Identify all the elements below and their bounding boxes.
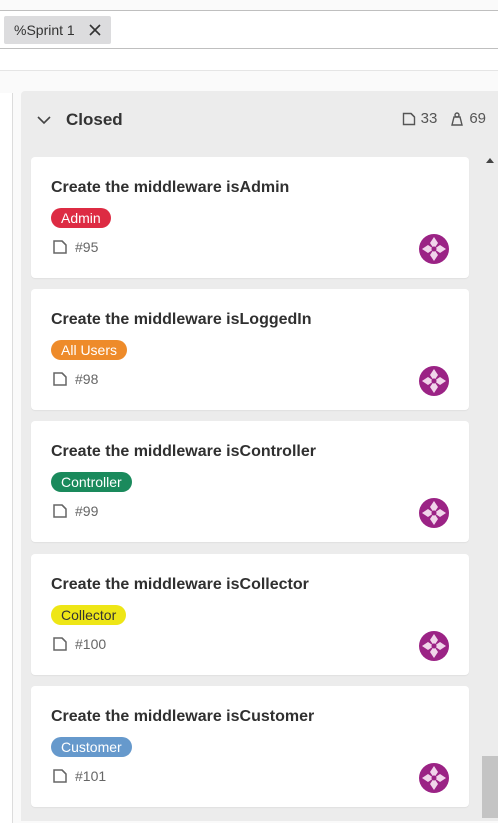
filter-token-sprint[interactable]: %Sprint 1 xyxy=(4,16,111,44)
issue-number: #95 xyxy=(75,239,99,255)
issue-card[interactable]: Create the middleware isLoggedIn All Use… xyxy=(31,289,469,410)
issue-reference: #100 xyxy=(51,635,106,653)
assignee-avatar[interactable] xyxy=(419,763,449,793)
weight-count: 69 xyxy=(469,110,486,127)
sub-toolbar xyxy=(0,49,498,71)
previous-list-column xyxy=(0,93,13,823)
label-admin[interactable]: Admin xyxy=(51,208,111,228)
close-icon[interactable] xyxy=(87,22,103,38)
issue-number: #100 xyxy=(75,636,107,652)
assignee-avatar[interactable] xyxy=(419,498,449,528)
chevron-down-icon[interactable] xyxy=(36,112,52,128)
issue-card[interactable]: Create the middleware isController Contr… xyxy=(31,421,469,542)
board-list-counts: 33 69 xyxy=(401,110,486,127)
assignee-avatar[interactable] xyxy=(419,631,449,661)
issue-icon xyxy=(53,769,67,783)
issue-number: #99 xyxy=(75,503,99,519)
board-list-closed: Closed 33 69 Create the middleware isAdm… xyxy=(21,91,498,821)
issue-card-title[interactable]: Create the middleware isCustomer xyxy=(51,708,314,726)
issue-card-title[interactable]: Create the middleware isController xyxy=(51,443,316,461)
issue-number: #98 xyxy=(75,371,99,387)
scroll-up-arrow-icon[interactable] xyxy=(482,154,498,166)
board-list-header: Closed 33 69 xyxy=(21,91,498,149)
issue-number: #101 xyxy=(75,768,107,784)
issue-card-title[interactable]: Create the middleware isAdmin xyxy=(51,179,289,197)
board-list-title: Closed xyxy=(66,110,123,129)
issue-icon xyxy=(53,240,67,254)
issue-icon xyxy=(53,504,67,518)
issue-card[interactable]: Create the middleware isCustomer Custome… xyxy=(31,686,469,807)
issue-card-title[interactable]: Create the middleware isCollector xyxy=(51,576,309,594)
label-collector[interactable]: Collector xyxy=(51,605,127,625)
issue-reference: #98 xyxy=(51,370,98,388)
weight-icon xyxy=(451,111,464,126)
issue-icon xyxy=(53,637,67,651)
issue-reference: #99 xyxy=(51,502,98,520)
scrollbar-thumb[interactable] xyxy=(482,756,498,818)
assignee-avatar[interactable] xyxy=(419,234,449,264)
issue-card[interactable]: Create the middleware isAdmin Admin #95 xyxy=(31,157,469,278)
issue-icon xyxy=(53,372,67,386)
label-all-users[interactable]: All Users xyxy=(51,340,128,360)
assignee-avatar[interactable] xyxy=(419,366,449,396)
issue-reference: #101 xyxy=(51,767,106,785)
filter-bar[interactable]: %Sprint 1 xyxy=(0,11,498,48)
issue-reference: #95 xyxy=(51,238,98,256)
label-controller[interactable]: Controller xyxy=(51,472,132,492)
issue-card-title[interactable]: Create the middleware isLoggedIn xyxy=(51,311,312,329)
issue-count: 33 xyxy=(420,110,438,127)
issues-icon xyxy=(402,112,415,125)
filter-token-text: %Sprint 1 xyxy=(14,22,75,38)
label-customer[interactable]: Customer xyxy=(51,737,132,757)
issue-card[interactable]: Create the middleware isCollector Collec… xyxy=(31,554,469,675)
